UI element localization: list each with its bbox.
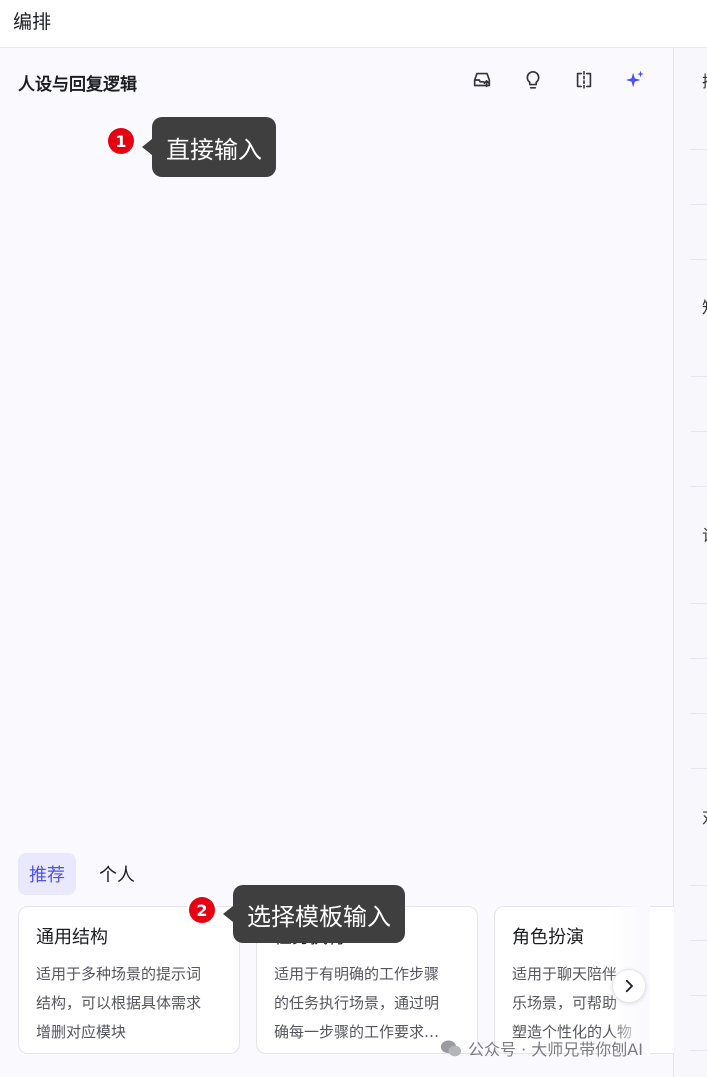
card-desc-line: 的任务执行场景，通过明 bbox=[274, 994, 440, 1012]
template-tabs: 推荐 个人 bbox=[18, 853, 146, 895]
divider bbox=[690, 431, 707, 432]
top-bar: 编排 bbox=[0, 0, 707, 48]
persona-panel: 人设与回复逻辑 1 直接输入 推荐 个人 通用结构 适用于多种场景的提示词 结构… bbox=[0, 48, 674, 1077]
carousel-next-button[interactable] bbox=[612, 969, 646, 1003]
divider bbox=[690, 885, 707, 886]
sparkle-icon[interactable] bbox=[623, 68, 647, 92]
annotation-text: 直接输入 bbox=[166, 135, 262, 164]
divider bbox=[690, 376, 707, 377]
right-panel-section-label: 插 bbox=[702, 68, 707, 92]
compare-split-icon[interactable] bbox=[572, 68, 596, 92]
inbox-upload-icon[interactable] bbox=[470, 68, 494, 92]
card-desc-line: 结构，可以根据具体需求 bbox=[36, 994, 202, 1012]
divider bbox=[690, 204, 707, 205]
divider bbox=[690, 768, 707, 769]
divider bbox=[690, 713, 707, 714]
annotation-callout-template-input: 选择模板输入 bbox=[223, 885, 405, 943]
divider bbox=[690, 486, 707, 487]
divider bbox=[690, 603, 707, 604]
annotation-badge-1: 1 bbox=[108, 128, 134, 154]
right-panel-section-label: 记 bbox=[702, 522, 707, 546]
section-title: 人设与回复逻辑 bbox=[18, 75, 137, 95]
page-title: 编排 bbox=[13, 11, 52, 33]
card-desc-line: 适用于多种场景的提示词 bbox=[36, 965, 202, 983]
tab-recommended[interactable]: 推荐 bbox=[18, 853, 76, 895]
right-panel: 插 知 记 对 bbox=[674, 48, 707, 1077]
annotation-text: 选择模板输入 bbox=[247, 902, 391, 931]
right-panel-section-label: 知 bbox=[702, 294, 707, 318]
card-desc-line: 适用于有明确的工作步骤 bbox=[274, 965, 440, 983]
divider bbox=[690, 940, 707, 941]
lightbulb-icon[interactable] bbox=[521, 68, 545, 92]
annotation-badge-2: 2 bbox=[189, 897, 215, 923]
right-panel-section-label: 对 bbox=[702, 804, 707, 828]
watermark-text: 公众号 · 大师兄带你刨AI bbox=[468, 1040, 643, 1059]
divider bbox=[690, 1050, 707, 1051]
card-desc-line: 确每一步骤的工作要求… bbox=[274, 1023, 440, 1041]
chevron-right-icon bbox=[625, 979, 633, 993]
annotation-callout-direct-input: 直接输入 bbox=[142, 117, 276, 177]
divider bbox=[690, 149, 707, 150]
wechat-icon bbox=[440, 1039, 462, 1056]
card-title: 通用结构 bbox=[36, 927, 108, 948]
card-desc-line: 增删对应模块 bbox=[36, 1023, 127, 1041]
tab-personal[interactable]: 个人 bbox=[88, 853, 146, 895]
divider bbox=[690, 995, 707, 996]
watermark: 公众号 · 大师兄带你刨AI bbox=[440, 1036, 643, 1060]
divider bbox=[690, 259, 707, 260]
divider bbox=[690, 658, 707, 659]
template-card-general[interactable]: 通用结构 适用于多种场景的提示词 结构，可以根据具体需求 增删对应模块 bbox=[18, 906, 240, 1054]
